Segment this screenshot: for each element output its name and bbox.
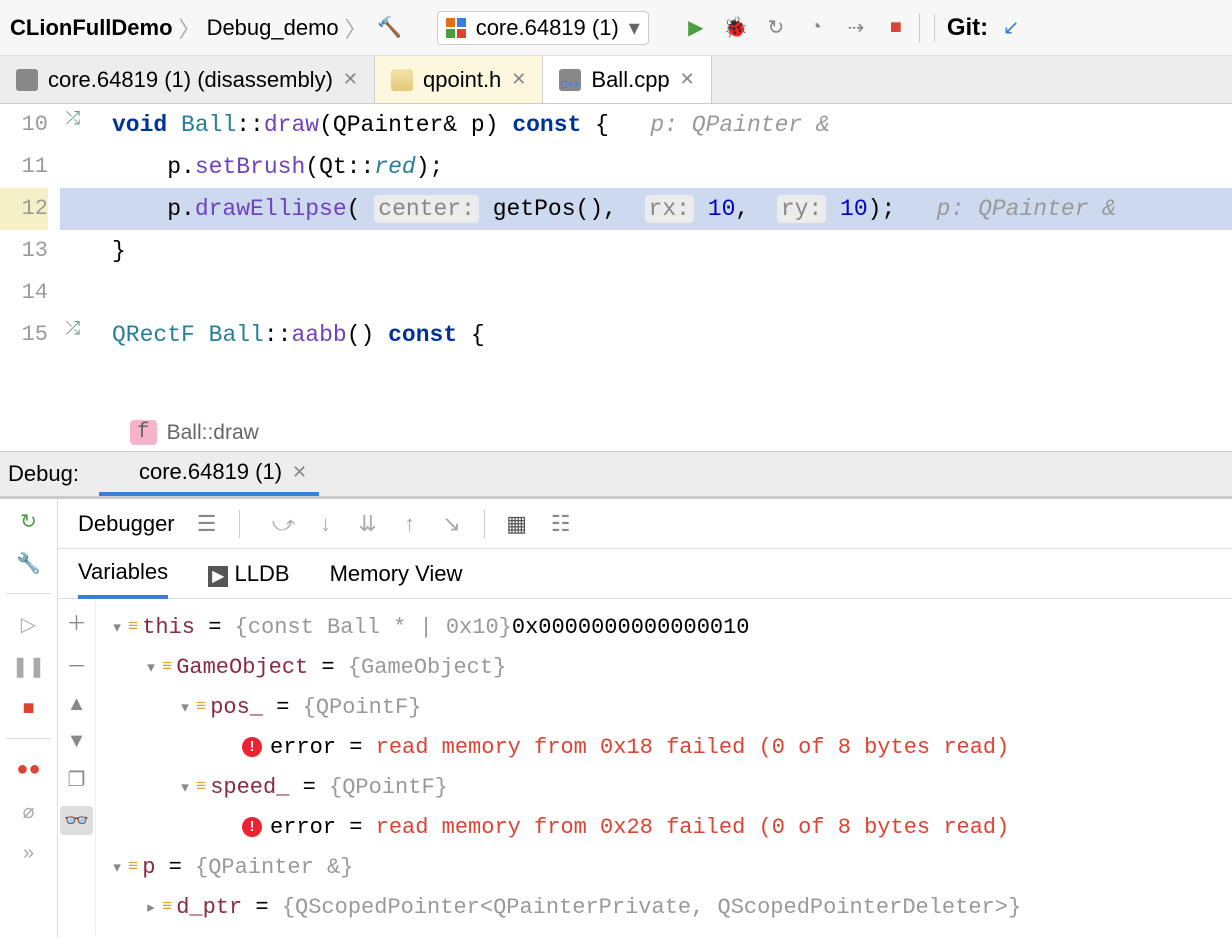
copy-icon[interactable]: ❐ [68,767,86,792]
pause-icon[interactable]: ❚❚ [17,654,41,678]
chevron-down-icon: ▾ [629,15,640,41]
tab-disassembly[interactable]: core.64819 (1) (disassembly) ✕ [0,56,375,103]
run-icon[interactable]: ▶ [679,11,713,45]
rerun-icon[interactable]: ↻ [17,509,41,533]
error-icon: ! [242,817,262,837]
chevron-right-icon: 〉 [179,12,201,44]
override-icon[interactable]: ⤮ [58,318,88,339]
debug-icon[interactable]: 🐞 [719,11,753,45]
debug-panel: ↻ 🔧 ▷ ❚❚ ■ ●● ⌀ » Debugger ☰ ⤻ ↓ ⇊ ↑ ↘ ▦… [0,499,1232,937]
override-icon[interactable]: ⤮ [58,108,88,129]
variables-tree[interactable]: ▾ ≡this = {const Ball * | 0x10} 0x000000… [96,599,1232,935]
step-into-icon[interactable]: ↓ [314,512,338,536]
debug-label: Debug: [8,461,79,487]
debugger-tabs: Variables ▶ LLDB Memory View [58,549,1232,599]
editor-tabs: core.64819 (1) (disassembly) ✕ qpoint.h … [0,56,1232,104]
git-update-icon[interactable]: ↙ [994,11,1028,45]
debug-left-toolbar: ↻ 🔧 ▷ ❚❚ ■ ●● ⌀ » [0,499,58,937]
code-area[interactable]: void Ball::draw(QPainter& p) const { p: … [60,104,1232,414]
run-config-label: core.64819 (1) [476,15,619,41]
step-over-icon[interactable]: ⤻ [272,512,296,536]
close-icon[interactable]: ✕ [343,69,358,90]
tab-variables[interactable]: Variables [78,549,168,599]
tab-qpoint[interactable]: qpoint.h ✕ [375,56,543,103]
move-down-icon[interactable]: ▼ [67,730,87,753]
run-config-selector[interactable]: core.64819 (1) ▾ [437,11,649,45]
breadcrumb-root: CLionFullDemo [10,15,173,41]
cpp-file-icon [559,69,581,91]
chevron-right-icon: 〉 [345,12,367,44]
breadcrumb[interactable]: CLionFullDemo 〉 Debug_demo 〉 [10,12,367,44]
git-label: Git: [934,14,988,42]
line-gutter: 101112131415 [0,104,60,414]
stop-icon[interactable]: ■ [879,11,913,45]
evaluate-icon[interactable]: ▦ [505,512,529,536]
variables-toolbar: ＋ － ▲ ▼ ❐ 👓 [58,599,96,935]
function-badge: f [130,420,157,445]
file-icon [16,69,38,91]
tab-lldb[interactable]: ▶ LLDB [208,551,289,597]
remove-watch-icon[interactable]: － [67,650,87,679]
variables-view: ＋ － ▲ ▼ ❐ 👓 ▾ ≡this = {const Ball * | 0x… [58,599,1232,935]
add-watch-icon[interactable]: ＋ [67,607,87,636]
header-file-icon [391,69,413,91]
debugger-label: Debugger [78,511,175,537]
wrench-icon[interactable]: 🔧 [17,551,41,575]
coverage-icon[interactable]: ↻ [759,11,793,45]
glasses-icon[interactable]: 👓 [60,806,93,835]
breakpoints-icon[interactable]: ●● [17,757,41,781]
close-icon[interactable]: ✕ [511,69,526,90]
debug-session-tab[interactable]: core.64819 (1) ✕ [99,452,319,496]
debug-panel-header: Debug: core.64819 (1) ✕ [0,451,1232,499]
code-editor[interactable]: 101112131415 ⤮ ⤮ void Ball::draw(QPainte… [0,104,1232,414]
main-toolbar: CLionFullDemo 〉 Debug_demo 〉 🔨 core.6481… [0,0,1232,56]
threads-icon[interactable]: ☰ [195,512,219,536]
move-up-icon[interactable]: ▲ [67,693,87,716]
tab-memory[interactable]: Memory View [330,551,463,597]
profile-icon[interactable]: ◔ [799,11,833,45]
resume-icon[interactable]: ▷ [17,612,41,636]
close-icon[interactable]: ✕ [680,69,695,90]
close-icon[interactable]: ✕ [292,462,307,483]
more-icon[interactable]: » [17,841,41,865]
mute-icon[interactable]: ⌀ [17,799,41,823]
run-to-cursor-icon[interactable]: ↘ [440,512,464,536]
context-breadcrumb[interactable]: f Ball::draw [0,414,1232,451]
force-step-icon[interactable]: ⇊ [356,512,380,536]
debugger-toolbar: Debugger ☰ ⤻ ↓ ⇊ ↑ ↘ ▦ ☷ [58,499,1232,549]
error-icon: ! [242,737,262,757]
stop-icon[interactable]: ■ [17,696,41,720]
step-out-icon[interactable]: ↑ [398,512,422,536]
config-icon [446,18,466,38]
config-icon [111,463,129,481]
attach-icon[interactable]: ⇢ [839,11,873,45]
tab-ball-cpp[interactable]: Ball.cpp ✕ [543,56,711,103]
breadcrumb-target: Debug_demo [207,15,339,41]
build-icon[interactable]: 🔨 [373,11,407,45]
layout-icon[interactable]: ☷ [549,512,573,536]
